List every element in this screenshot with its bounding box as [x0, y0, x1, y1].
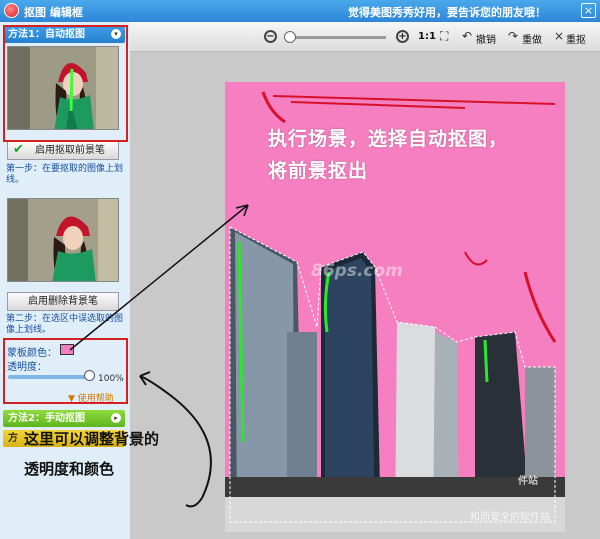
corner-watermark-bottom: 和而安全的软件站 [470, 512, 550, 523]
reset-button[interactable]: 重抠 [566, 31, 586, 46]
expand-icon[interactable]: ▸ [111, 413, 121, 423]
enable-delete-brush-button[interactable]: 启用删除背景笔 [7, 292, 119, 311]
undo-icon[interactable]: ↶ [462, 29, 472, 43]
reset-icon[interactable]: × [554, 29, 564, 43]
title-bar: 抠图 编辑框 觉得美图秀秀好用，要告诉您的朋友哦！ × [0, 0, 600, 22]
step1-hint: 第一步：在要抠取的图像上划线。 [6, 164, 124, 185]
zoom-in-button[interactable]: + [396, 30, 409, 43]
highlight-opacity-controls [3, 338, 128, 404]
zoom-slider-thumb[interactable] [284, 31, 296, 43]
window-title: 抠图 编辑框 [24, 6, 83, 19]
enable-keep-brush-button[interactable]: ✔ 启用抠取前景笔 [7, 141, 119, 160]
toolbar: − + 1:1 ⛶ ↶ 撤销 ↷ 重做 × 重抠 [130, 22, 600, 52]
method3-title: 方 [8, 433, 18, 444]
zoom-out-button[interactable]: − [264, 30, 277, 43]
close-button[interactable]: × [581, 3, 596, 18]
redo-button[interactable]: 重做 [522, 31, 542, 46]
canvas-annotation: 执行场景，选择自动抠图， 将前景抠出 [268, 128, 509, 182]
actual-size-button[interactable]: 1:1 [418, 31, 436, 42]
fit-window-icon[interactable]: ⛶ [440, 29, 448, 44]
checkmark-icon: ✔ [13, 142, 24, 157]
highlight-method1 [3, 25, 128, 142]
slogan-link[interactable]: 觉得美图秀秀好用，要告诉您的朋友哦！ [348, 4, 546, 20]
example-thumbnail-delete [7, 198, 119, 282]
method2-title: 方法2：手动抠图 [8, 413, 85, 424]
undo-button[interactable]: 撤销 [476, 31, 496, 46]
corner-watermark-top: 件站 [518, 476, 538, 487]
redo-icon[interactable]: ↷ [508, 29, 518, 43]
center-watermark: 86ps.com [311, 261, 403, 281]
step2-hint: 第二步：在选区中误选取的图像上划线。 [6, 314, 124, 335]
girl-photo-delete [8, 199, 118, 281]
zoom-slider-track[interactable] [290, 36, 386, 39]
panel-annotation: 这里可以调整背景的 透明度和颜色 [24, 430, 160, 478]
app-logo-icon [4, 3, 19, 18]
